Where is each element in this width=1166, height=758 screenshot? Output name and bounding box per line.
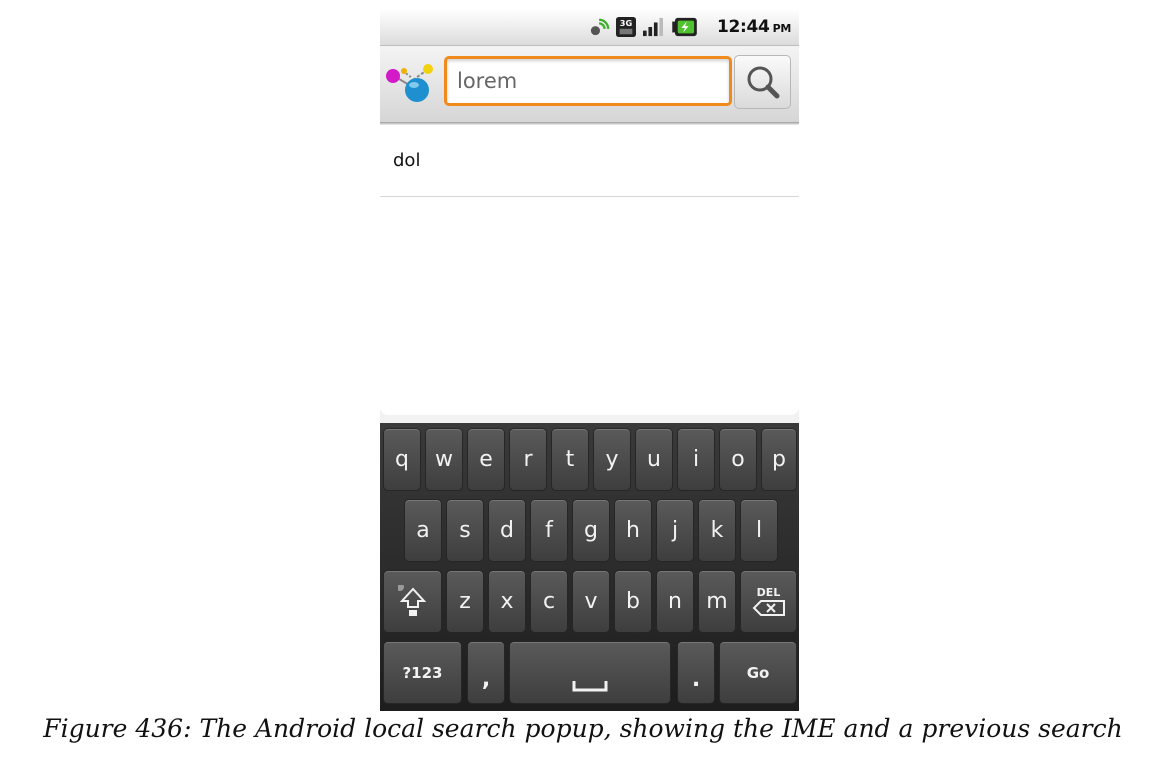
figure-caption: Figure 436: The Android local search pop… [43,714,1123,743]
key-f[interactable]: f [530,499,568,562]
key-s[interactable]: s [446,499,484,562]
key-l[interactable]: l [740,499,778,562]
key-x[interactable]: x [488,570,526,633]
key-o[interactable]: o [719,428,757,491]
clock-time: 12:44 [716,17,770,37]
period-key[interactable]: . [677,641,715,704]
symbols-key[interactable]: ?123 [383,641,462,704]
delete-label: DEL [756,585,781,599]
phone-screen: 3G 12:44 PM lorem dol q w e r t y u i o … [380,9,799,711]
key-g[interactable]: g [572,499,610,562]
clock-ampm: PM [772,22,792,35]
key-h[interactable]: h [614,499,652,562]
backspace-icon [752,599,785,616]
key-u[interactable]: u [635,428,673,491]
soft-keyboard: q w e r t y u i o p a s d f g h j k l z … [380,423,799,711]
shift-arrow-icon [397,584,426,616]
go-key[interactable]: Go [719,641,797,704]
key-q[interactable]: q [383,428,421,491]
signal-strength-icon [643,17,663,37]
status-clock: 12:44 PM [717,17,791,37]
space-key[interactable] [509,641,671,704]
key-a[interactable]: a [404,499,442,562]
delete-key[interactable]: DEL [740,570,797,633]
search-field[interactable] [444,56,732,106]
space-bar-icon [572,680,608,691]
key-r[interactable]: r [509,428,547,491]
key-y[interactable]: y [593,428,631,491]
key-v[interactable]: v [572,570,610,633]
key-i[interactable]: i [677,428,715,491]
key-p[interactable]: p [761,428,797,491]
search-input[interactable] [447,59,729,103]
status-bar: 3G 12:44 PM [380,9,799,46]
key-t[interactable]: t [551,428,589,491]
key-m[interactable]: m [698,570,736,633]
suggestion-list: dol [380,125,799,415]
key-w[interactable]: w [425,428,463,491]
key-j[interactable]: j [656,499,694,562]
svg-text:3G: 3G [620,18,633,28]
3g-network-icon: 3G [616,17,636,37]
sync-satellite-icon [590,18,610,36]
key-b[interactable]: b [614,570,652,633]
battery-charging-icon [672,17,697,37]
key-c[interactable]: c [530,570,568,633]
key-z[interactable]: z [446,570,484,633]
molecule-app-icon[interactable] [385,62,439,106]
magnifier-icon [747,66,780,99]
key-n[interactable]: n [656,570,694,633]
comma-key[interactable]: , [467,641,505,704]
key-k[interactable]: k [698,499,736,562]
search-bar [380,46,799,122]
search-button[interactable] [734,55,791,109]
suggestion-item[interactable]: dol [380,125,799,197]
shift-key[interactable] [383,570,442,633]
key-d[interactable]: d [488,499,526,562]
key-e[interactable]: e [467,428,505,491]
